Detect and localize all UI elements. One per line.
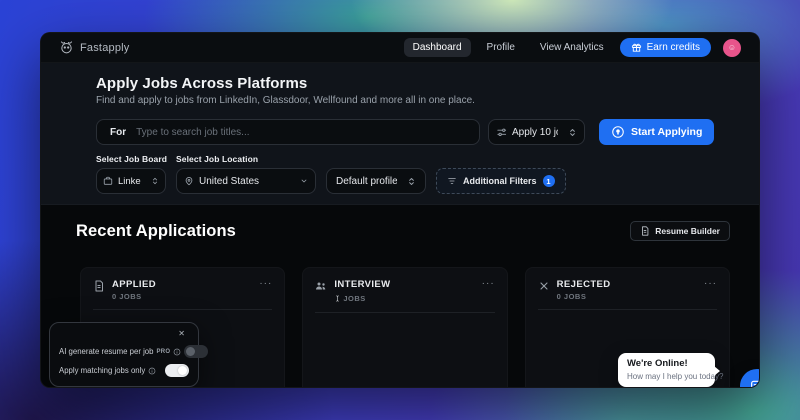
column-count: JOBS	[334, 292, 390, 304]
job-location-select[interactable]: United States	[176, 168, 316, 194]
briefcase-icon	[103, 176, 113, 186]
info-icon	[173, 348, 181, 356]
page-subtitle: Find and apply to jobs from LinkedIn, Gl…	[96, 95, 719, 106]
ai-resume-setting-row: AI generate resume per job PRO	[59, 345, 189, 358]
search-row: For Apply 10 jobs	[96, 119, 719, 145]
column-more-button[interactable]: ···	[704, 279, 717, 289]
nav-view-analytics[interactable]: View Analytics	[531, 38, 613, 57]
column-count: 0 JOBS	[112, 292, 156, 301]
people-icon	[315, 280, 327, 292]
info-icon	[148, 367, 156, 375]
earn-credits-button[interactable]: Earn credits	[620, 38, 711, 57]
additional-filters-button[interactable]: Additional Filters 1	[436, 168, 566, 194]
chevrons-updown-icon	[151, 177, 159, 185]
applied-document-icon	[93, 280, 105, 292]
text-cursor-icon	[334, 293, 341, 304]
brand-name: Fastapply	[80, 42, 130, 54]
location-pin-icon	[184, 176, 194, 186]
job-title-search[interactable]: For	[96, 119, 480, 145]
search-for-label: For	[110, 127, 126, 138]
apply-jobs-section: Apply Jobs Across Platforms Find and app…	[41, 63, 759, 205]
apply-count-value: Apply 10 jobs	[512, 127, 558, 138]
column-title: APPLIED	[112, 279, 156, 290]
ai-head-icon	[611, 125, 625, 139]
chat-status-text: We're Online!	[627, 358, 706, 369]
column-title: REJECTED	[557, 279, 611, 290]
nav-profile[interactable]: Profile	[478, 38, 524, 57]
start-applying-button[interactable]: Start Applying	[599, 119, 714, 145]
job-board-value: LinkedIn	[118, 176, 141, 187]
sliders-icon	[496, 127, 507, 138]
matching-jobs-setting-row: Apply matching jobs only	[59, 364, 189, 377]
owl-logo-icon	[59, 40, 74, 55]
job-board-select[interactable]: LinkedIn	[96, 168, 166, 194]
chat-message-text: How may I help you today?	[627, 372, 706, 381]
nav-dashboard[interactable]: Dashboard	[404, 38, 471, 57]
divider	[93, 309, 272, 310]
column-more-button[interactable]: ···	[482, 279, 495, 289]
close-icon[interactable]: ✕	[178, 329, 185, 338]
filter-funnel-icon	[447, 176, 457, 186]
pro-badge: PRO	[156, 349, 170, 355]
job-location-value: United States	[199, 176, 259, 187]
top-navigation-bar: Fastapply Dashboard Profile View Analyti…	[41, 33, 759, 63]
app-window: Fastapply Dashboard Profile View Analyti…	[40, 32, 760, 388]
ai-resume-label: AI generate resume per job	[59, 347, 153, 356]
additional-filters-label: Additional Filters	[463, 176, 537, 186]
apply-count-select[interactable]: Apply 10 jobs	[488, 119, 585, 145]
fastapply-logo[interactable]: Fastapply	[59, 40, 130, 55]
divider	[315, 312, 494, 313]
start-applying-label: Start Applying	[631, 126, 702, 138]
resume-builder-label: Resume Builder	[655, 226, 720, 236]
profile-select-value: Default profile	[336, 176, 397, 187]
filters-row: LinkedIn United States	[96, 168, 719, 194]
apply-settings-popup: ✕ AI generate resume per job PRO Apply m…	[49, 322, 199, 387]
desktop-background: Fastapply Dashboard Profile View Analyti…	[0, 0, 800, 420]
chat-icon	[749, 378, 760, 388]
column-more-button[interactable]: ···	[259, 279, 272, 289]
column-title: INTERVIEW	[334, 279, 390, 290]
user-avatar[interactable]: ☺	[723, 39, 741, 57]
x-icon	[538, 280, 550, 292]
chevrons-updown-icon	[568, 128, 577, 137]
select-labels-row: Select Job Board Select Job Location	[96, 154, 719, 164]
matching-jobs-toggle[interactable]	[165, 364, 189, 377]
job-board-label: Select Job Board	[96, 154, 176, 164]
profile-select[interactable]: Default profile	[326, 168, 426, 194]
ai-resume-toggle[interactable]	[184, 345, 208, 358]
caret-down-icon	[300, 177, 308, 185]
gift-icon	[631, 42, 642, 53]
matching-jobs-label: Apply matching jobs only	[59, 366, 145, 375]
main-nav: Dashboard Profile View Analytics Earn cr…	[404, 38, 741, 57]
resume-builder-button[interactable]: Resume Builder	[630, 221, 730, 241]
page-title: Apply Jobs Across Platforms	[96, 75, 719, 92]
job-title-search-input[interactable]	[136, 127, 469, 138]
chevrons-updown-icon	[407, 177, 416, 186]
job-location-label: Select Job Location	[176, 154, 258, 164]
column-interview: INTERVIEW JOBS ···	[302, 267, 507, 388]
chat-status-bubble: We're Online! How may I help you today?	[618, 353, 715, 387]
recent-applications-heading: Recent Applications	[76, 222, 236, 241]
divider	[538, 309, 717, 310]
document-icon	[640, 226, 650, 236]
column-count: 0 JOBS	[557, 292, 611, 301]
earn-credits-label: Earn credits	[647, 42, 700, 53]
filters-count-badge: 1	[543, 175, 555, 187]
